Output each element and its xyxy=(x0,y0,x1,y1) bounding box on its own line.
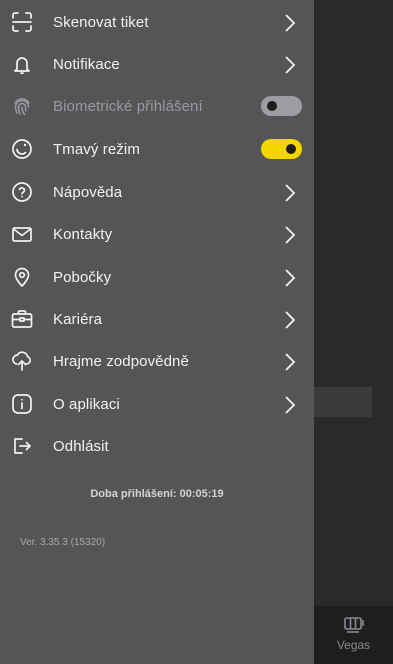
menu-item-about[interactable]: O aplikaci xyxy=(0,383,314,425)
menu-item-help[interactable]: Nápověda xyxy=(0,171,314,213)
menu-item-branches[interactable]: Pobočky xyxy=(0,256,314,298)
help-icon xyxy=(11,181,33,203)
chevron-right-icon xyxy=(283,310,297,330)
background-card xyxy=(314,387,372,417)
location-pin-icon xyxy=(11,266,33,288)
menu-label-logout: Odhlásit xyxy=(53,437,109,455)
menu-item-dark-mode: Tmavý režim xyxy=(0,128,314,170)
tab-vegas-label: Vegas xyxy=(336,638,371,652)
menu-item-scan-ticket[interactable]: Skenovat tiket xyxy=(0,1,314,43)
info-icon xyxy=(11,393,33,415)
menu-item-biometric-login: Biometrické přihlášení xyxy=(0,85,314,127)
menu-label-contacts: Kontakty xyxy=(53,225,113,243)
chevron-right-icon xyxy=(283,183,297,203)
chevron-right-icon xyxy=(283,268,297,288)
menu-label-biometric-login: Biometrické přihlášení xyxy=(53,97,203,115)
menu-item-notifications[interactable]: Notifikace xyxy=(0,43,314,85)
scan-icon xyxy=(11,11,33,33)
chevron-right-icon xyxy=(283,352,297,372)
toggle-knob xyxy=(286,144,296,154)
menu-label-branches: Pobočky xyxy=(53,268,112,286)
toggle-knob xyxy=(267,101,277,111)
responsible-gaming-icon xyxy=(11,350,33,372)
briefcase-icon xyxy=(11,308,33,330)
app-version: Ver. 3.35.3 (15320) xyxy=(20,537,106,548)
menu-label-scan-ticket: Skenovat tiket xyxy=(53,13,149,31)
chevron-right-icon xyxy=(283,395,297,415)
mail-icon xyxy=(11,223,33,245)
bell-icon xyxy=(11,53,33,75)
menu-label-about: O aplikaci xyxy=(53,395,120,413)
menu-item-logout[interactable]: Odhlásit xyxy=(0,425,314,467)
dark-mode-icon xyxy=(11,138,33,160)
login-duration: Doba přihlášení: 00:05:19 xyxy=(90,488,224,500)
dark-mode-toggle[interactable] xyxy=(261,139,302,159)
biometric-toggle[interactable] xyxy=(261,96,302,116)
fingerprint-icon xyxy=(11,95,33,117)
chevron-right-icon xyxy=(283,13,297,33)
menu-label-responsible-gaming: Hrajme zodpovědně xyxy=(53,352,189,370)
chevron-right-icon xyxy=(283,55,297,75)
bottom-tab-bar: Vegas xyxy=(314,606,393,664)
menu-label-notifications: Notifikace xyxy=(53,55,120,73)
menu-label-career: Kariéra xyxy=(53,310,103,328)
tab-vegas[interactable]: Vegas xyxy=(314,616,393,652)
menu-label-dark-mode: Tmavý režim xyxy=(53,140,140,158)
navigation-drawer: Skenovat tiket Notifikace Biometrické př… xyxy=(0,0,314,664)
menu-item-contacts[interactable]: Kontakty xyxy=(0,213,314,255)
menu-item-responsible-gaming[interactable]: Hrajme zodpovědně xyxy=(0,340,314,382)
slot-machine-icon xyxy=(343,617,364,633)
chevron-right-icon xyxy=(283,225,297,245)
logout-icon xyxy=(11,435,33,457)
menu-label-help: Nápověda xyxy=(53,183,123,201)
menu-item-career[interactable]: Kariéra xyxy=(0,298,314,340)
